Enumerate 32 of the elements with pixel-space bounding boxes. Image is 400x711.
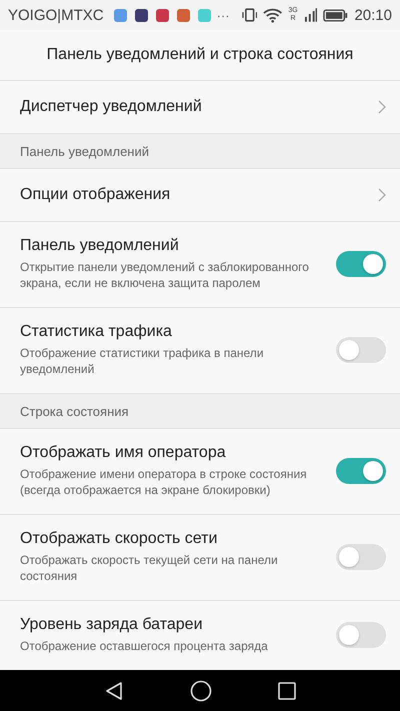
item-title: Уровень заряда батареи xyxy=(20,616,204,634)
back-icon[interactable] xyxy=(104,680,124,700)
chevron-icon xyxy=(378,188,386,202)
vibrate-icon xyxy=(242,8,258,22)
item-title: Опции отображения xyxy=(20,186,172,204)
item-description: Отображение имени оператора в строке состояния (всегда отображается на экране блокировки) xyxy=(20,466,308,498)
screen-title: Панель уведомлений и строка состояния xyxy=(46,46,354,64)
item-title: Панель уведомлений xyxy=(20,237,180,255)
battery-icon xyxy=(323,8,348,22)
section-header: Строка состояния xyxy=(0,394,400,429)
item-description: Отображать скорость текущей сети на панели состояния xyxy=(20,552,279,584)
recents-icon[interactable] xyxy=(278,682,296,700)
home-icon[interactable] xyxy=(190,680,212,702)
item-title: Диспетчер уведомлений xyxy=(20,98,203,116)
carrier-name: YOIGO|MTXC xyxy=(8,6,104,24)
chevron-icon xyxy=(378,100,386,114)
toggle-switch[interactable] xyxy=(336,544,386,570)
signal-icon xyxy=(304,8,318,22)
item-description: Отображение статистики трафика в панели уведомлений xyxy=(20,345,265,377)
more-indicator: ··· xyxy=(216,8,230,22)
clock-time: 20:10 xyxy=(354,6,392,24)
item-title: Статистика трафика xyxy=(20,323,173,341)
toggle-switch[interactable] xyxy=(336,251,386,277)
section-header: Панель уведомлений xyxy=(0,134,400,169)
toggle-switch[interactable] xyxy=(336,622,386,648)
item-description: Отображение оставшегося процента заряда xyxy=(20,638,269,654)
toggle-switch[interactable] xyxy=(336,458,386,484)
item-title: Отображать скорость сети xyxy=(20,530,218,548)
item-title: Отображать имя оператора xyxy=(20,444,227,462)
wifi-icon xyxy=(263,8,282,22)
toggle-switch[interactable] xyxy=(336,337,386,363)
item-description: Открытие панели уведомлений с заблокированного экрана, если не включена защита паролем xyxy=(20,259,310,291)
